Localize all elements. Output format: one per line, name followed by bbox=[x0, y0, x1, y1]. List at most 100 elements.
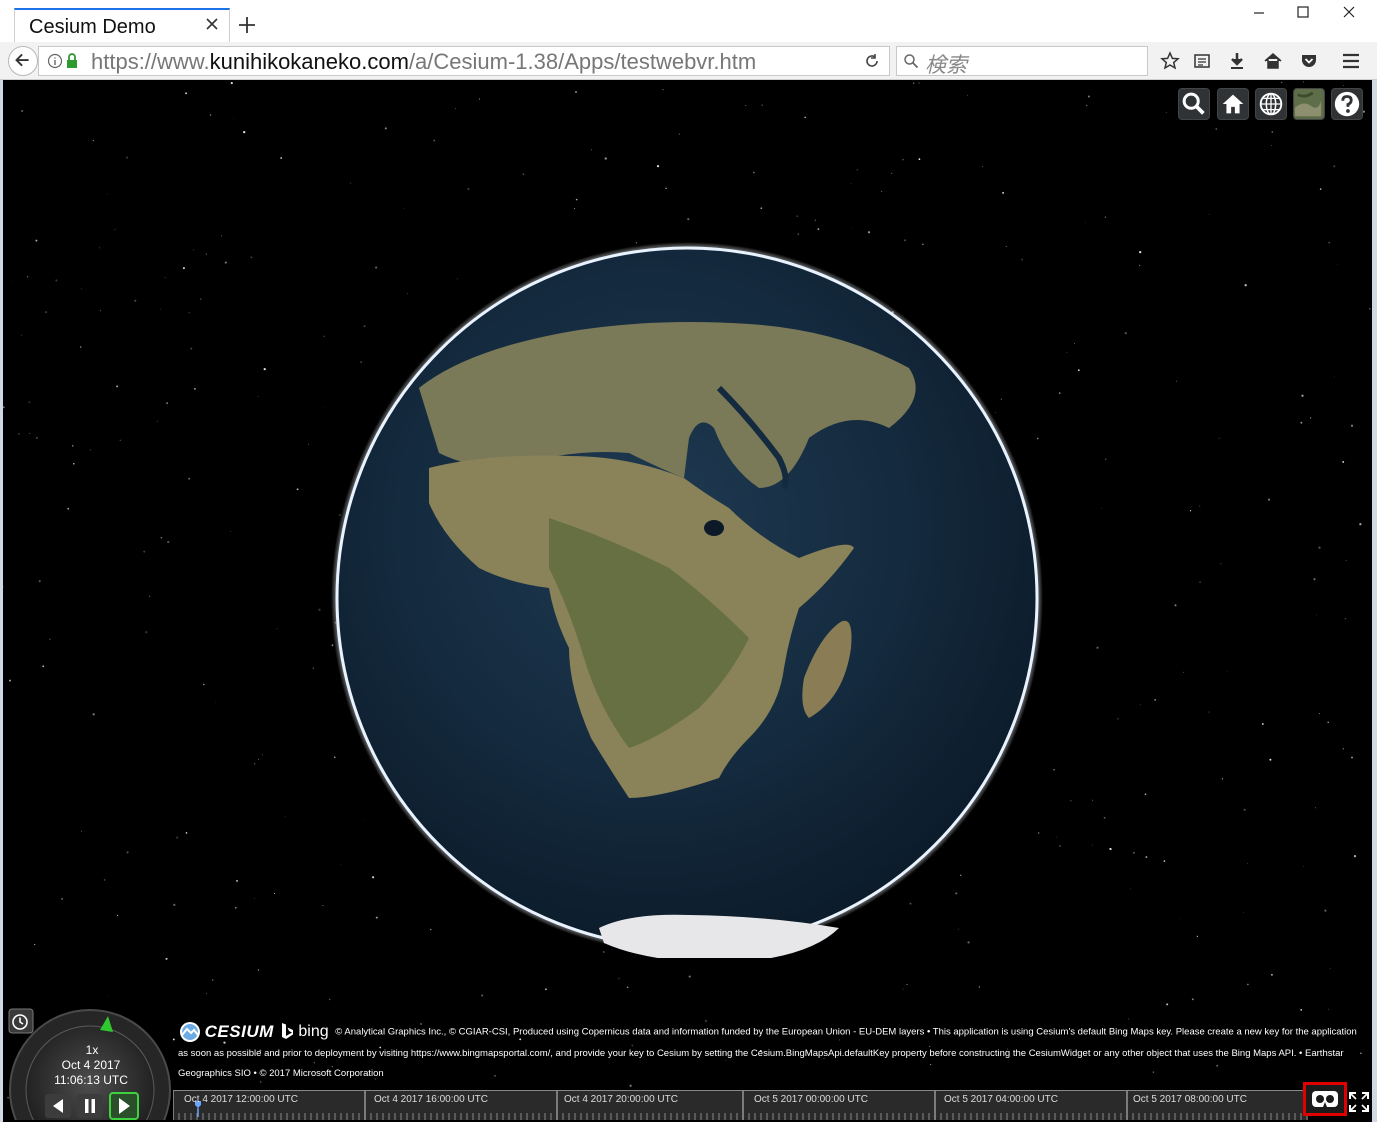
timeline[interactable]: Oct 4 2017 12:00:00 UTC Oct 4 2017 16:00… bbox=[173, 1090, 1308, 1120]
star bbox=[1327, 1008, 1329, 1010]
star bbox=[1130, 888, 1131, 890]
star bbox=[182, 267, 185, 270]
star bbox=[203, 683, 205, 686]
star bbox=[1333, 376, 1335, 378]
vr-goggles-icon bbox=[1312, 1091, 1338, 1107]
globe[interactable] bbox=[329, 238, 1049, 958]
star bbox=[49, 638, 51, 641]
scene-mode-button[interactable] bbox=[1255, 88, 1287, 120]
star bbox=[1199, 505, 1201, 507]
star bbox=[856, 169, 858, 171]
pocket-icon[interactable] bbox=[1299, 51, 1319, 71]
star bbox=[1145, 856, 1148, 859]
star bbox=[1247, 862, 1249, 864]
star bbox=[1058, 392, 1061, 394]
star bbox=[1101, 508, 1103, 509]
star bbox=[116, 385, 119, 388]
star bbox=[1092, 799, 1094, 801]
star bbox=[188, 477, 191, 480]
star bbox=[1208, 711, 1210, 713]
minimize-icon[interactable] bbox=[1236, 2, 1282, 24]
star bbox=[254, 763, 256, 765]
help-icon bbox=[1334, 91, 1360, 117]
star bbox=[176, 836, 179, 839]
search-bar[interactable]: 検索 bbox=[896, 46, 1148, 77]
star bbox=[665, 187, 667, 190]
home-icon[interactable] bbox=[1263, 51, 1283, 71]
star bbox=[1369, 308, 1371, 310]
star bbox=[1313, 578, 1316, 581]
reading-list-icon[interactable] bbox=[1192, 51, 1212, 71]
base-layer-picker-button[interactable] bbox=[1293, 88, 1325, 120]
star bbox=[90, 449, 92, 451]
star bbox=[1243, 912, 1245, 914]
star bbox=[114, 229, 116, 231]
star bbox=[164, 277, 166, 279]
star bbox=[1154, 699, 1156, 701]
geocoder-button[interactable] bbox=[1178, 88, 1210, 120]
star bbox=[263, 367, 266, 371]
star bbox=[1124, 331, 1127, 335]
star bbox=[44, 310, 48, 314]
star bbox=[1270, 973, 1273, 976]
star bbox=[190, 347, 193, 350]
vr-button[interactable] bbox=[1303, 1082, 1347, 1116]
star bbox=[978, 986, 981, 988]
bing-logo-icon bbox=[282, 1023, 294, 1039]
star bbox=[591, 149, 592, 151]
window-close-icon[interactable] bbox=[1326, 2, 1372, 24]
star bbox=[1303, 866, 1305, 867]
star bbox=[1208, 214, 1210, 215]
navigation-help-button[interactable] bbox=[1331, 88, 1363, 120]
cesium-viewer[interactable]: CESIUM bing © Analytical Graphics Inc., … bbox=[3, 80, 1372, 1120]
timeline-label: Oct 5 2017 08:00:00 UTC bbox=[1133, 1094, 1247, 1105]
reload-icon[interactable] bbox=[863, 52, 881, 70]
cesium-logo[interactable] bbox=[178, 1020, 202, 1044]
play-forward-icon[interactable] bbox=[109, 1092, 139, 1120]
address-bar[interactable]: https://www.kunihikokaneko.com/a/Cesium-… bbox=[38, 46, 890, 76]
star bbox=[687, 218, 690, 221]
star bbox=[1220, 563, 1222, 565]
fullscreen-icon[interactable] bbox=[1347, 1090, 1371, 1114]
star bbox=[1300, 421, 1303, 424]
star bbox=[206, 993, 208, 995]
star bbox=[1104, 216, 1107, 218]
star bbox=[403, 208, 405, 210]
close-icon[interactable] bbox=[203, 15, 221, 33]
star bbox=[119, 439, 121, 441]
info-icon[interactable] bbox=[47, 53, 63, 69]
star bbox=[38, 580, 41, 583]
star bbox=[35, 239, 38, 242]
browser-tab[interactable]: Cesium Demo bbox=[14, 8, 230, 42]
home-view-button[interactable] bbox=[1217, 88, 1249, 120]
star bbox=[29, 433, 31, 435]
maximize-icon[interactable] bbox=[1280, 2, 1326, 24]
plus-icon[interactable] bbox=[236, 14, 258, 36]
star-icon[interactable] bbox=[1160, 51, 1180, 71]
animation-time: 11:06:13 UTC bbox=[54, 1073, 128, 1087]
star bbox=[797, 233, 800, 235]
star bbox=[982, 166, 983, 167]
pause-icon[interactable] bbox=[77, 1094, 103, 1118]
star bbox=[1074, 342, 1075, 344]
star bbox=[258, 758, 260, 760]
star bbox=[1056, 836, 1058, 838]
star bbox=[1221, 778, 1224, 780]
star bbox=[106, 193, 108, 195]
download-icon[interactable] bbox=[1227, 51, 1247, 71]
timeline-label: Oct 5 2017 00:00:00 UTC bbox=[754, 1094, 868, 1105]
star bbox=[1117, 718, 1119, 720]
url-text[interactable]: https://www.kunihikokaneko.com/a/Cesium-… bbox=[91, 49, 837, 75]
star bbox=[1333, 165, 1336, 168]
star bbox=[21, 110, 23, 112]
play-reverse-icon[interactable] bbox=[45, 1094, 71, 1118]
clock-icon[interactable] bbox=[11, 1013, 29, 1031]
star bbox=[1328, 241, 1331, 244]
star bbox=[1002, 191, 1005, 194]
hamburger-menu-icon[interactable] bbox=[1341, 51, 1361, 71]
star bbox=[1302, 81, 1305, 83]
back-button[interactable] bbox=[8, 46, 38, 76]
star bbox=[1267, 498, 1271, 501]
star bbox=[1077, 369, 1080, 372]
animation-widget[interactable]: 1x Oct 4 2017 11:06:13 UTC bbox=[5, 1005, 175, 1120]
